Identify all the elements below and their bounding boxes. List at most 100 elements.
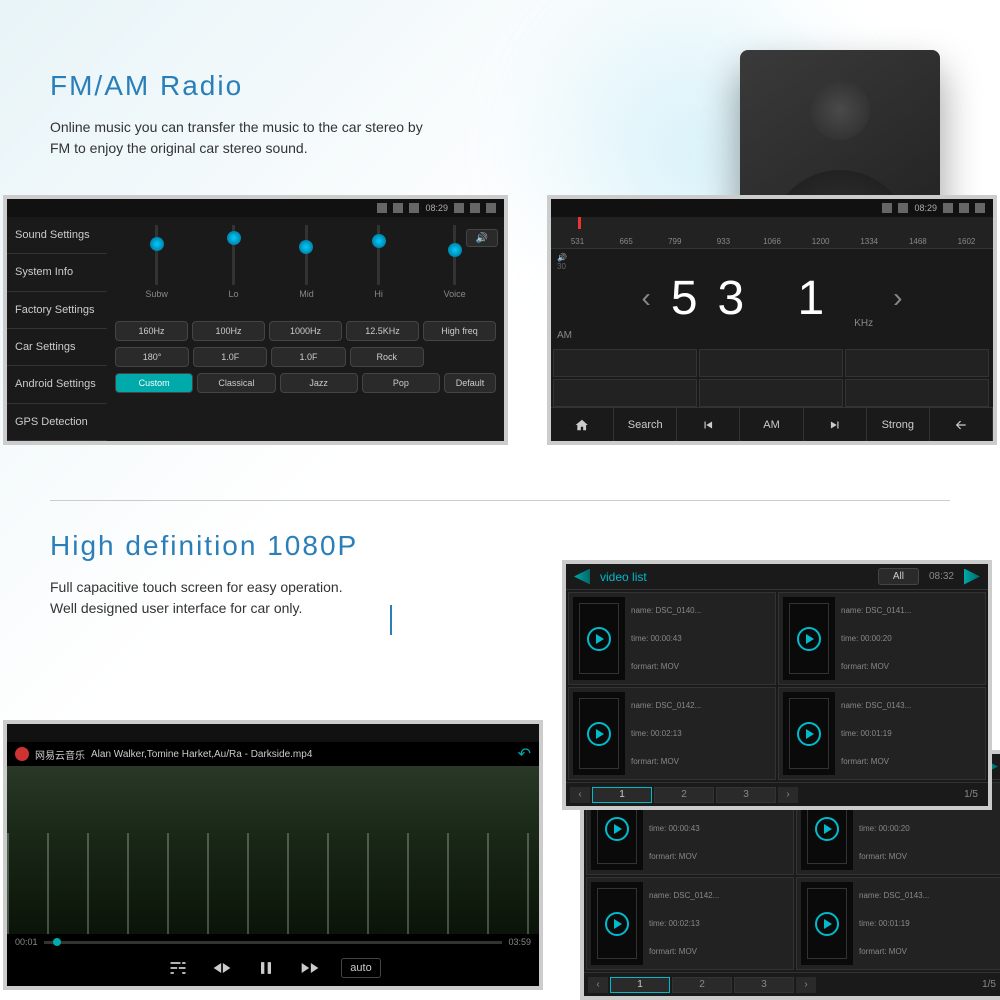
preset-classical[interactable]: Classical <box>197 373 275 393</box>
nav-icon <box>486 203 496 213</box>
prev-button[interactable] <box>677 408 740 441</box>
default-button[interactable]: Default <box>444 373 496 393</box>
band-button[interactable]: AM <box>740 408 803 441</box>
freq-button[interactable]: 12.5KHz <box>346 321 419 341</box>
play-icon <box>587 627 611 651</box>
back-icon[interactable] <box>574 569 590 585</box>
app-brand: 网易云音乐 <box>35 747 85 762</box>
unit-label: KHz <box>854 318 873 329</box>
next-button[interactable] <box>804 408 867 441</box>
video-item[interactable]: name: DSC_0143...time: 00:01:19formart: … <box>796 877 1000 970</box>
nav-icon <box>454 203 464 213</box>
page-button[interactable]: 1 <box>610 977 670 993</box>
slider-voice[interactable]: Voice <box>444 225 466 315</box>
section-desc: Online music you can transfer the music … <box>50 117 430 159</box>
video-item[interactable]: name: DSC_0142...time: 00:02:13formart: … <box>586 877 794 970</box>
tune-up-button[interactable]: › <box>893 282 902 314</box>
frequency-scale[interactable]: 531 665 799 933 1066 1200 1334 1468 1602 <box>551 217 993 249</box>
sidebar-item-system[interactable]: System Info <box>7 254 107 291</box>
freq-button[interactable]: 160Hz <box>115 321 188 341</box>
section-desc: Full capacitive touch screen for easy op… <box>50 577 430 619</box>
preset-pop[interactable]: Pop <box>362 373 440 393</box>
preset-slot[interactable] <box>845 349 989 377</box>
settings-sidebar: Sound Settings System Info Factory Setti… <box>7 217 107 441</box>
preset-custom[interactable]: Custom <box>115 373 193 393</box>
preset-grid <box>551 347 993 407</box>
status-bar <box>7 724 539 742</box>
page-prev-button[interactable]: ‹ <box>570 787 590 803</box>
status-icon <box>377 203 387 213</box>
slider-lo[interactable]: Lo <box>229 225 239 315</box>
sidebar-item-factory[interactable]: Factory Settings <box>7 292 107 329</box>
freq-button[interactable]: 100Hz <box>192 321 265 341</box>
volume-label: 🔊30 <box>557 253 567 271</box>
forward-button[interactable] <box>297 955 323 981</box>
tune-down-button[interactable]: ‹ <box>642 282 651 314</box>
sidebar-item-sound[interactable]: Sound Settings <box>7 217 107 254</box>
preset-slot[interactable] <box>553 379 697 407</box>
freq-button[interactable]: 1000Hz <box>269 321 342 341</box>
divider <box>50 500 950 501</box>
list-title: video list <box>600 570 647 584</box>
preset-slot[interactable] <box>699 379 843 407</box>
page-button[interactable]: 2 <box>654 787 714 803</box>
play-icon <box>815 817 839 841</box>
header-time: 08:32 <box>929 571 954 582</box>
page-button[interactable]: 3 <box>734 977 794 993</box>
back-icon[interactable]: ↶ <box>518 744 531 764</box>
eq-icon[interactable] <box>165 955 191 981</box>
freq-button[interactable]: High freq <box>423 321 496 341</box>
video-item[interactable]: name: DSC_0142...time: 00:02:13formart: … <box>568 687 776 780</box>
auto-button[interactable]: auto <box>341 958 380 978</box>
preset-slot[interactable] <box>845 379 989 407</box>
page-prev-button[interactable]: ‹ <box>588 977 608 993</box>
radio-panel: 08:29 531 665 799 933 1066 1200 1334 146… <box>547 195 997 445</box>
video-item[interactable]: name: DSC_0140...time: 00:00:43formart: … <box>568 592 776 685</box>
nav-icon <box>959 203 969 213</box>
mute-button[interactable]: 🔊 <box>466 229 498 247</box>
accent-mark <box>390 605 392 635</box>
param-button[interactable]: 1.0F <box>271 347 345 367</box>
sidebar-item-gps[interactable]: GPS Detection <box>7 404 107 441</box>
section-title: High definition 1080P <box>50 530 430 562</box>
sidebar-item-car[interactable]: Car Settings <box>7 329 107 366</box>
progress-bar[interactable] <box>44 941 503 944</box>
play-icon <box>587 722 611 746</box>
video-screen[interactable] <box>7 766 539 934</box>
play-icon <box>797 627 821 651</box>
page-count: 1/5 <box>964 789 984 800</box>
preset-jazz[interactable]: Jazz <box>280 373 358 393</box>
filter-all-button[interactable]: All <box>878 568 919 585</box>
page-button[interactable]: 1 <box>592 787 652 803</box>
search-button[interactable]: Search <box>614 408 677 441</box>
param-button[interactable]: 180° <box>115 347 189 367</box>
page-next-button[interactable]: › <box>796 977 816 993</box>
band-label: AM <box>557 330 572 341</box>
preset-slot[interactable] <box>553 349 697 377</box>
preset-slot[interactable] <box>699 349 843 377</box>
status-bar: 08:29 <box>551 199 993 217</box>
time-current: 00:01 <box>15 937 38 947</box>
tuner-marker <box>578 217 581 229</box>
rewind-button[interactable] <box>209 955 235 981</box>
forward-icon[interactable] <box>964 569 980 585</box>
sidebar-item-android[interactable]: Android Settings <box>7 366 107 403</box>
app-logo-icon <box>15 747 29 761</box>
param-button[interactable]: 1.0F <box>193 347 267 367</box>
slider-mid[interactable]: Mid <box>299 225 314 315</box>
slider-hi[interactable]: Hi <box>374 225 383 315</box>
video-item[interactable]: name: DSC_0143...time: 00:01:19formart: … <box>778 687 986 780</box>
status-time: 08:29 <box>425 203 448 213</box>
video-item[interactable]: name: DSC_0141...time: 00:00:20formart: … <box>778 592 986 685</box>
status-icon <box>882 203 892 213</box>
equalizer-panel: 08:29 Sound Settings System Info Factory… <box>3 195 508 445</box>
page-button[interactable]: 3 <box>716 787 776 803</box>
page-button[interactable]: 2 <box>672 977 732 993</box>
home-button[interactable] <box>551 408 614 441</box>
pause-button[interactable] <box>253 955 279 981</box>
param-button[interactable]: Rock <box>350 347 424 367</box>
back-button[interactable] <box>930 408 993 441</box>
slider-subw[interactable]: Subw <box>145 225 168 315</box>
strong-button[interactable]: Strong <box>867 408 930 441</box>
page-next-button[interactable]: › <box>778 787 798 803</box>
